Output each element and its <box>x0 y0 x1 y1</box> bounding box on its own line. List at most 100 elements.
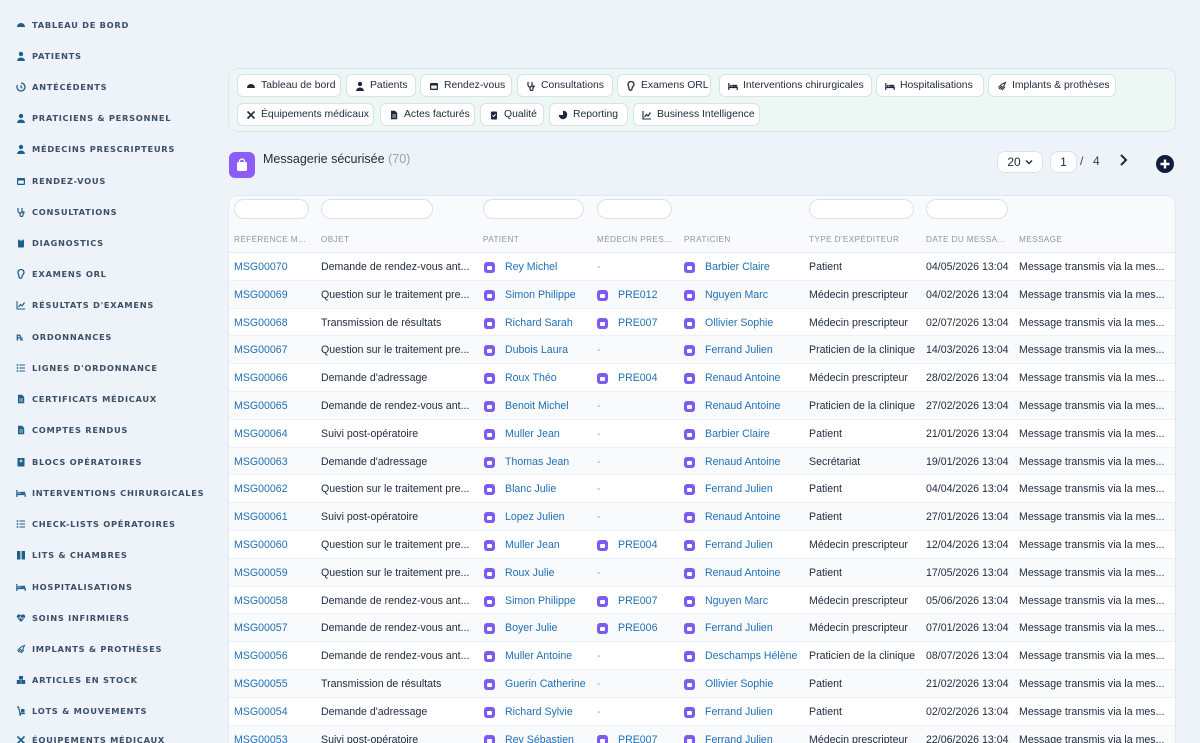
sidebar-item[interactable]: BLOCS OPÉRATOIRES <box>16 455 142 469</box>
message-reference-link[interactable]: MSG00053 <box>234 734 314 743</box>
sidebar-item[interactable]: ℞ ORDONNANCES <box>16 330 112 344</box>
practitioner-link[interactable]: Barbier Claire <box>705 261 805 273</box>
message-reference-link[interactable]: MSG00065 <box>234 400 314 412</box>
patient-link[interactable]: Rey Michel <box>505 261 597 273</box>
practitioner-link[interactable]: Ferrand Julien <box>705 706 805 718</box>
table-row[interactable]: MSG00062 Question sur le traitement pre..… <box>229 475 1175 504</box>
sidebar-item[interactable]: CHECK-LISTS OPÉRATOIRES <box>16 517 176 531</box>
message-reference-link[interactable]: MSG00058 <box>234 595 314 607</box>
column-filter-input[interactable] <box>926 199 1008 219</box>
message-reference-link[interactable]: MSG00059 <box>234 567 314 579</box>
practitioner-link[interactable]: Renaud Antoine <box>705 400 805 412</box>
module-chip[interactable]: Hospitalisations <box>876 74 984 97</box>
module-chip[interactable]: Actes facturés <box>380 103 475 126</box>
message-reference-link[interactable]: MSG00057 <box>234 622 314 634</box>
practitioner-link[interactable]: Barbier Claire <box>705 428 805 440</box>
table-row[interactable]: MSG00058 Demande de rendez-vous ant... Sim… <box>229 587 1175 615</box>
module-chip[interactable]: Qualité <box>480 103 544 126</box>
patient-link[interactable]: Muller Jean <box>505 539 597 551</box>
module-chip[interactable]: Consultations <box>517 74 613 97</box>
module-chip[interactable]: Patients <box>346 74 416 97</box>
message-reference-link[interactable]: MSG00066 <box>234 372 314 384</box>
practitioner-link[interactable]: Renaud Antoine <box>705 372 805 384</box>
module-chip[interactable]: Implants & prothèses <box>988 74 1116 97</box>
table-row[interactable]: MSG00053 Suivi post-opératoire Rey Sébasti… <box>229 725 1175 743</box>
sidebar-item[interactable]: CERTIFICATS MÉDICAUX <box>16 392 157 406</box>
table-row[interactable]: MSG00064 Suivi post-opératoire Muller Jean… <box>229 420 1175 448</box>
sidebar-item[interactable]: COMPTES RENDUS <box>16 423 128 437</box>
table-row[interactable]: MSG00067 Question sur le traitement pre..… <box>229 336 1175 365</box>
patient-link[interactable]: Roux Julie <box>505 567 597 579</box>
message-reference-link[interactable]: MSG00054 <box>234 706 314 718</box>
prescriber-link[interactable]: PRE007 <box>618 734 678 743</box>
module-chip[interactable]: Examens ORL <box>617 74 711 97</box>
practitioner-link[interactable]: Ferrand Julien <box>705 622 805 634</box>
column-header[interactable]: TYPE D'EXPÉDITEUR <box>809 235 919 244</box>
message-reference-link[interactable]: MSG00067 <box>234 344 314 356</box>
message-reference-link[interactable]: MSG00060 <box>234 539 314 551</box>
patient-link[interactable]: Blanc Julie <box>505 483 597 495</box>
column-header[interactable]: RÉFÉRENCE M... <box>234 235 314 244</box>
patient-link[interactable]: Dubois Laura <box>505 344 597 356</box>
prescriber-link[interactable]: PRE007 <box>618 595 678 607</box>
page-number-input[interactable]: 1 <box>1050 151 1077 173</box>
patient-link[interactable]: Richard Sarah <box>505 317 597 329</box>
sidebar-item[interactable]: IMPLANTS & PROTHÈSES <box>16 642 162 656</box>
message-reference-link[interactable]: MSG00070 <box>234 261 314 273</box>
sidebar-item[interactable]: HOSPITALISATIONS <box>16 580 133 594</box>
message-reference-link[interactable]: MSG00064 <box>234 428 314 440</box>
patient-link[interactable]: Lopez Julien <box>505 511 597 523</box>
patient-link[interactable]: Rey Sébastien <box>505 734 597 743</box>
message-reference-link[interactable]: MSG00069 <box>234 289 314 301</box>
column-header[interactable]: MESSAGE <box>1019 235 1169 244</box>
sidebar-item[interactable]: PATIENTS <box>16 49 82 63</box>
add-message-button[interactable] <box>1150 146 1180 182</box>
table-row[interactable]: MSG00070 Demande de rendez-vous ant... Rey… <box>229 253 1175 281</box>
patient-link[interactable]: Richard Sylvie <box>505 706 597 718</box>
practitioner-link[interactable]: Ferrand Julien <box>705 539 805 551</box>
table-row[interactable]: MSG00055 Transmission de résultats Guerin … <box>229 670 1175 698</box>
sidebar-item[interactable]: PRATICIENS & PERSONNEL <box>16 111 171 125</box>
sidebar-item[interactable]: DIAGNOSTICS <box>16 236 104 250</box>
practitioner-link[interactable]: Nguyen Marc <box>705 289 805 301</box>
practitioner-link[interactable]: Renaud Antoine <box>705 456 805 468</box>
sidebar-item[interactable]: INTERVENTIONS CHIRURGICALES <box>16 486 204 500</box>
per-page-select[interactable]: 20 <box>997 151 1043 173</box>
sidebar-item[interactable]: RÉSULTATS D'EXAMENS <box>16 298 154 312</box>
sidebar-item[interactable]: LITS & CHAMBRES <box>16 548 128 562</box>
patient-link[interactable]: Thomas Jean <box>505 456 597 468</box>
patient-link[interactable]: Muller Jean <box>505 428 597 440</box>
table-row[interactable]: MSG00056 Demande de rendez-vous ant... Mul… <box>229 642 1175 670</box>
prescriber-link[interactable]: PRE006 <box>618 622 678 634</box>
table-row[interactable]: MSG00061 Suivi post-opératoire Lopez Julie… <box>229 503 1175 531</box>
column-filter-input[interactable] <box>597 199 672 219</box>
module-chip[interactable]: Reporting <box>549 103 628 126</box>
patient-link[interactable]: Roux Théo <box>505 372 597 384</box>
message-reference-link[interactable]: MSG00068 <box>234 317 314 329</box>
table-row[interactable]: MSG00063 Demande d'adressage Thomas Jean - R… <box>229 447 1175 476</box>
table-row[interactable]: MSG00059 Question sur le traitement pre..… <box>229 558 1175 587</box>
sidebar-item[interactable]: EXAMENS ORL <box>16 267 107 281</box>
practitioner-link[interactable]: Deschamps Hélène <box>705 650 805 662</box>
table-row[interactable]: MSG00066 Demande d'adressage Roux Théo PRE0… <box>229 364 1175 392</box>
message-reference-link[interactable]: MSG00061 <box>234 511 314 523</box>
table-row[interactable]: MSG00069 Question sur le traitement pre..… <box>229 280 1175 309</box>
message-reference-link[interactable]: MSG00056 <box>234 650 314 662</box>
prescriber-link[interactable]: PRE007 <box>618 317 678 329</box>
practitioner-link[interactable]: Ollivier Sophie <box>705 678 805 690</box>
column-filter-input[interactable] <box>321 199 433 219</box>
table-row[interactable]: MSG00068 Transmission de résultats Richard… <box>229 309 1175 337</box>
sidebar-item[interactable]: ANTÉCÉDENTS <box>16 80 107 94</box>
column-header[interactable]: PATIENT <box>483 235 588 244</box>
patient-link[interactable]: Boyer Julie <box>505 622 597 634</box>
practitioner-link[interactable]: Ollivier Sophie <box>705 317 805 329</box>
sidebar-item[interactable]: CONSULTATIONS <box>16 205 117 219</box>
patient-link[interactable]: Muller Antoine <box>505 650 597 662</box>
message-reference-link[interactable]: MSG00063 <box>234 456 314 468</box>
message-reference-link[interactable]: MSG00062 <box>234 483 314 495</box>
column-filter-input[interactable] <box>234 199 309 219</box>
patient-link[interactable]: Simon Philippe <box>505 595 597 607</box>
sidebar-item[interactable]: TABLEAU DE BORD <box>16 18 129 32</box>
sidebar-item[interactable]: LOTS & MOUVEMENTS <box>16 704 147 718</box>
module-chip[interactable]: Équipements médicaux <box>237 103 374 126</box>
